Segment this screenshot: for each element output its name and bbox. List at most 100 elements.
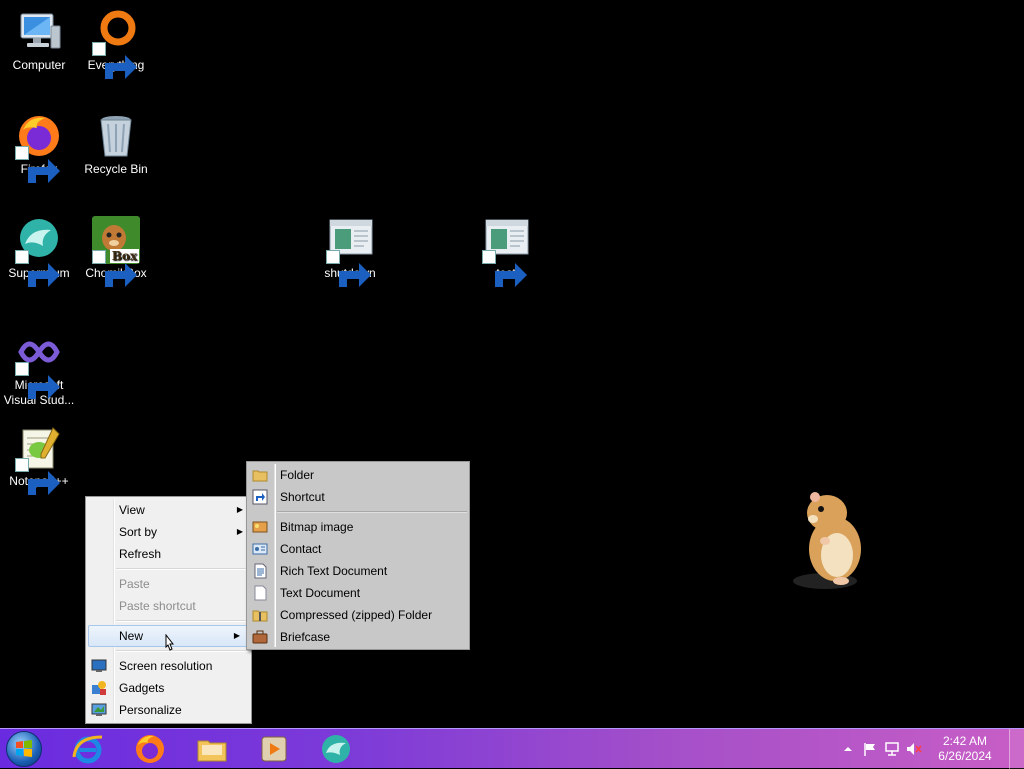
menu-item-new-shortcut[interactable]: Shortcut (247, 486, 469, 508)
everything-icon (92, 8, 140, 79)
menu-item-personalize[interactable]: Personalize (86, 699, 251, 721)
menu-item-sort-by[interactable]: Sort by ▶ (86, 521, 251, 543)
menu-item-label: New (119, 629, 144, 643)
desktop-icon-visual-studio[interactable]: Microsoft Visual Stud... (1, 328, 77, 408)
show-hidden-icons-arrow[interactable] (840, 741, 856, 757)
menu-item-paste: Paste (86, 573, 251, 595)
desktop-icon-test[interactable]: test (468, 216, 544, 287)
shortcut-arrow-icon (15, 250, 60, 287)
internet-explorer-icon (66, 731, 110, 767)
clock-time: 2:42 AM (942, 734, 988, 748)
batch-file-icon (326, 216, 374, 287)
desktop-icon-everything[interactable]: Everything (78, 8, 154, 79)
menu-item-label: Rich Text Document (280, 564, 388, 578)
desktop-icon-computer[interactable]: Computer (1, 8, 77, 73)
menu-item-label: Bitmap image (280, 520, 354, 534)
new-submenu: Folder Shortcut Bitmap image Contact Ric… (246, 461, 470, 650)
shortcut-arrow-icon (15, 362, 60, 399)
menu-item-label: Compressed (zipped) Folder (280, 608, 433, 622)
menu-separator (277, 511, 467, 513)
menu-item-label: Paste shortcut (119, 599, 196, 613)
start-button[interactable] (6, 731, 42, 767)
menu-item-label: Paste (119, 577, 150, 591)
desktop-icon-recycle-bin[interactable]: Recycle Bin (78, 112, 154, 177)
menu-separator (116, 650, 249, 652)
menu-item-label: Refresh (119, 547, 162, 561)
desktop-icon-shutdown[interactable]: shutdown (312, 216, 388, 287)
menu-item-new-folder[interactable]: Folder (247, 464, 469, 486)
media-player-icon (252, 731, 296, 767)
menu-item-label: Shortcut (280, 490, 325, 504)
menu-item-screen-resolution[interactable]: Screen resolution (86, 655, 251, 677)
shortcut-arrow-icon (92, 42, 137, 79)
taskbar-clock[interactable]: 2:42 AM 6/26/2024 (930, 734, 1000, 764)
text-document-icon (252, 585, 268, 601)
menu-item-label: Screen resolution (119, 659, 213, 673)
menu-item-new-compressed-folder[interactable]: Compressed (zipped) Folder (247, 604, 469, 626)
shortcut-arrow-icon (15, 146, 60, 183)
supermium-icon (15, 216, 63, 287)
clock-date: 6/26/2024 (938, 749, 992, 763)
submenu-arrow-icon: ▶ (233, 631, 240, 640)
menu-separator (116, 620, 249, 622)
shortcut-arrow-icon (92, 250, 137, 287)
taskbar-firefox[interactable] (128, 731, 172, 767)
recycle-bin-icon (92, 112, 140, 160)
rich-text-document-icon (252, 563, 268, 579)
visual-studio-icon (15, 328, 63, 399)
batch-file-icon (482, 216, 530, 287)
menu-item-new-briefcase[interactable]: Briefcase (247, 626, 469, 648)
briefcase-icon (252, 629, 268, 645)
action-center-flag-icon[interactable] (862, 741, 878, 757)
menu-item-new-text-document[interactable]: Text Document (247, 582, 469, 604)
taskbar-file-explorer[interactable] (190, 731, 234, 767)
shortcut-arrow-icon (15, 458, 60, 495)
mouse-cursor-icon (162, 633, 176, 654)
desktop-context-menu: View ▶ Sort by ▶ Refresh Paste Paste sho… (85, 496, 252, 724)
shortcut-icon (252, 489, 268, 505)
system-tray: 2:42 AM 6/26/2024 (834, 729, 1024, 769)
computer-icon (15, 8, 63, 56)
menu-item-label: Folder (280, 468, 315, 482)
menu-item-gadgets[interactable]: Gadgets (86, 677, 251, 699)
taskbar-internet-explorer[interactable] (66, 731, 110, 767)
show-desktop-button[interactable] (1009, 729, 1024, 769)
menu-item-new-contact[interactable]: Contact (247, 538, 469, 560)
menu-item-view[interactable]: View ▶ (86, 499, 251, 521)
bitmap-image-icon (252, 519, 268, 535)
menu-item-new-rich-text-document[interactable]: Rich Text Document (247, 560, 469, 582)
personalize-icon (91, 702, 107, 718)
menu-item-paste-shortcut: Paste shortcut (86, 595, 251, 617)
menu-item-label: Personalize (119, 703, 182, 717)
supermium-icon (314, 731, 358, 767)
folder-icon (252, 467, 268, 483)
firefox-icon (15, 112, 63, 183)
network-icon[interactable] (884, 741, 900, 757)
menu-item-refresh[interactable]: Refresh (86, 543, 251, 565)
shortcut-arrow-icon (482, 250, 527, 287)
submenu-arrow-icon: ▶ (236, 505, 243, 514)
desktop-icon-firefox[interactable]: Firefox (1, 112, 77, 183)
firefox-icon (128, 731, 172, 767)
desktop-icon-label: Recycle Bin (84, 162, 148, 176)
menu-item-label: Contact (280, 542, 322, 556)
taskbar-supermium[interactable] (314, 731, 358, 767)
volume-muted-icon[interactable] (906, 741, 922, 757)
taskbar-media-player[interactable] (252, 731, 296, 767)
hamster-desktop-pet[interactable] (785, 485, 877, 591)
contact-icon (252, 541, 268, 557)
desktop-icon-notepadpp[interactable]: Notepad++ (1, 424, 77, 495)
gadgets-icon (91, 680, 107, 696)
desktop-icon-supermium[interactable]: Supermium (1, 216, 77, 287)
submenu-arrow-icon: ▶ (236, 527, 243, 536)
menu-item-label: Gadgets (119, 681, 165, 695)
windows-logo-icon (7, 732, 41, 766)
desktop-icon-label: Computer (12, 58, 66, 72)
menu-item-label: Text Document (280, 586, 361, 600)
chomikbox-icon: Box (92, 216, 140, 287)
menu-item-label: View (119, 503, 145, 517)
menu-item-new-bitmap-image[interactable]: Bitmap image (247, 516, 469, 538)
taskbar: 2:42 AM 6/26/2024 (0, 728, 1024, 769)
desktop-icon-chomikbox[interactable]: Box ChomikBox (78, 216, 154, 287)
menu-item-label: Sort by (119, 525, 158, 539)
